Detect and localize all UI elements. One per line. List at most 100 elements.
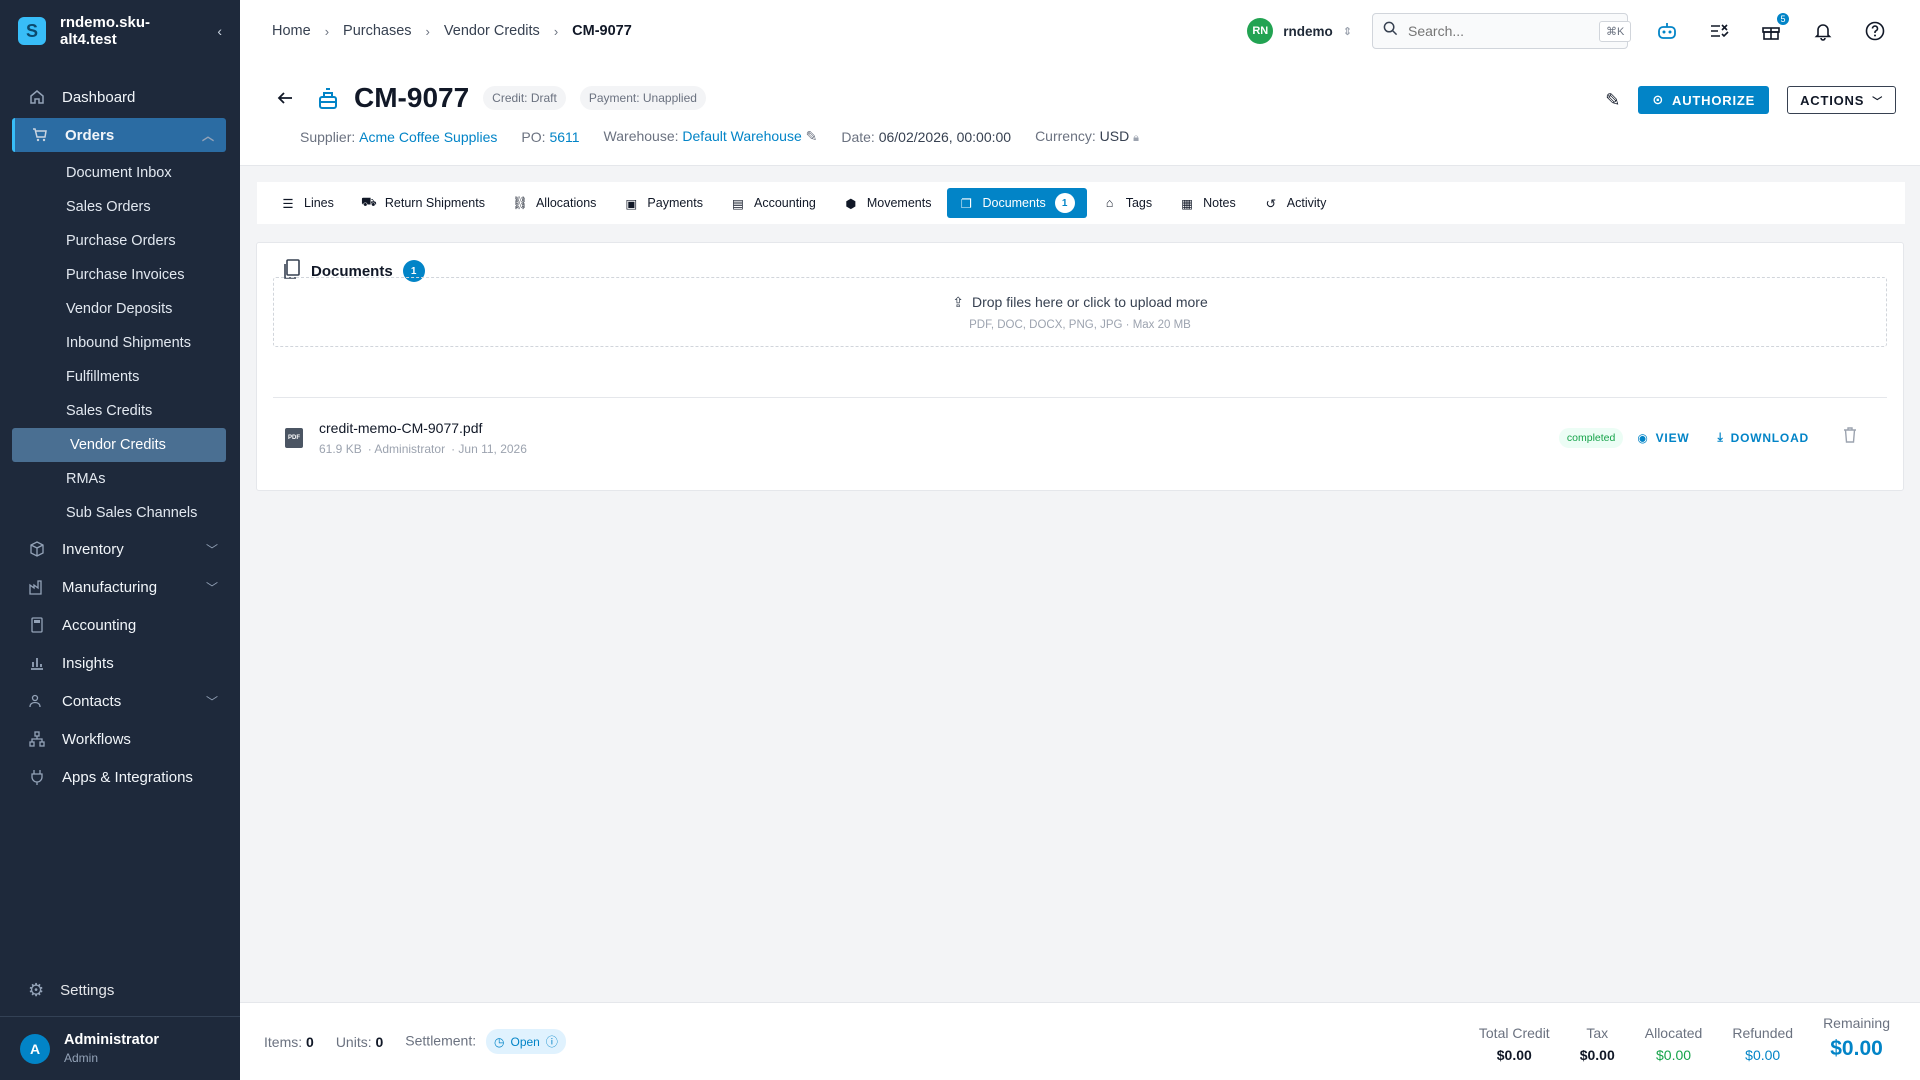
file-name[interactable]: credit-memo-CM-9077.pdf	[319, 420, 1559, 436]
gift-icon[interactable]: 5	[1758, 12, 1790, 44]
bell-icon[interactable]	[1810, 18, 1836, 44]
sidebar-subitem-sales-orders[interactable]: Sales Orders	[0, 190, 240, 224]
sidebar-item-label: Accounting	[62, 616, 137, 634]
plug-icon	[28, 768, 46, 786]
robot-icon[interactable]	[1654, 18, 1680, 44]
breadcrumb-current: CM-9077	[572, 23, 632, 39]
sidebar-item-inventory[interactable]: Inventory ﹀	[0, 530, 240, 568]
breadcrumb: Home › Purchases › Vendor Credits › CM-9…	[272, 23, 1247, 39]
chevron-down-icon: ﹀	[205, 580, 218, 595]
tax-total: Tax $0.00	[1580, 1015, 1615, 1063]
sidebar-item-manufacturing[interactable]: Manufacturing ﹀	[0, 568, 240, 606]
collapse-sidebar-icon[interactable]: ‹	[217, 23, 222, 39]
list-icon: ☰	[282, 196, 294, 211]
lock-icon: 🔒︎	[1133, 132, 1139, 144]
refunded-label: Refunded	[1732, 1025, 1794, 1041]
edit-warehouse-icon[interactable]: ✎	[806, 128, 818, 144]
sidebar-subitem-vendor-credits[interactable]: Vendor Credits	[12, 428, 226, 462]
tab-accounting[interactable]: ▤ Accounting	[719, 188, 828, 218]
app-logo-icon[interactable]: S	[18, 17, 46, 45]
sidebar-subitem-inbound-shipments[interactable]: Inbound Shipments	[0, 326, 240, 360]
sidebar-item-label: Inventory	[62, 540, 124, 558]
warehouse-link[interactable]: Default Warehouse	[682, 128, 801, 144]
tab-label: Movements	[866, 196, 932, 210]
sidebar-item-dashboard[interactable]: Dashboard	[0, 78, 240, 116]
workspace-switcher[interactable]: RN rndemo ⇕	[1247, 18, 1352, 44]
view-label: VIEW	[1655, 430, 1690, 445]
sidebar-item-contacts[interactable]: Contacts ﹀	[0, 682, 240, 720]
refunded-value: $0.00	[1745, 1047, 1781, 1063]
sidebar-item-orders[interactable]: Orders ︿	[12, 118, 226, 152]
file-date: · Jun 11, 2026	[451, 441, 527, 456]
gear-icon: ⚙	[28, 979, 45, 1000]
items-value: 0	[306, 1033, 314, 1050]
sidebar-subitem-rmas[interactable]: RMAs	[0, 462, 240, 496]
sidebar-item-workflows[interactable]: Workflows	[0, 720, 240, 758]
tab-return-shipments[interactable]: ⛟ Return Shipments	[350, 188, 497, 218]
breadcrumb-purchases[interactable]: Purchases	[343, 23, 412, 39]
help-icon[interactable]	[1862, 18, 1888, 44]
po-link[interactable]: 5611	[549, 129, 579, 145]
sidebar-subitem-sales-credits[interactable]: Sales Credits	[0, 394, 240, 428]
tab-activity[interactable]: ↺ Activity	[1252, 188, 1339, 218]
currency-value: USD	[1099, 128, 1130, 144]
search-box[interactable]: ⌘K	[1372, 13, 1632, 49]
document-row: PDF credit-memo-CM-9077.pdf 61.9 KB · Ad…	[273, 397, 1887, 477]
trash-icon[interactable]	[1843, 427, 1857, 448]
page-header: CM-9077 Credit: Draft Payment: Unapplied…	[240, 62, 1920, 166]
breadcrumb-home[interactable]: Home	[272, 23, 311, 39]
sidebar-item-accounting[interactable]: Accounting	[0, 606, 240, 644]
sidebar-item-settings[interactable]: ⚙ Settings	[0, 970, 240, 1010]
ledger-icon: ▤	[732, 196, 744, 211]
sidebar-item-label: Apps & Integrations	[62, 768, 193, 786]
breadcrumb-vendor-credits[interactable]: Vendor Credits	[444, 23, 540, 39]
cash-icon: ▣	[625, 196, 638, 211]
tab-label: Notes	[1203, 196, 1236, 210]
sidebar-subitem-vendor-deposits[interactable]: Vendor Deposits	[0, 292, 240, 326]
tab-label: Tags	[1125, 196, 1153, 210]
user-role: Admin	[64, 1051, 99, 1065]
sidebar-subitem-sub-sales-channels[interactable]: Sub Sales Channels	[0, 496, 240, 530]
download-button[interactable]: ⤓ DOWNLOAD	[1718, 430, 1810, 445]
sidebar-subitem-purchase-invoices[interactable]: Purchase Invoices	[0, 258, 240, 292]
tab-movements[interactable]: ⬢ Movements	[832, 188, 944, 218]
sidebar-item-apps-integrations[interactable]: Apps & Integrations	[0, 758, 240, 796]
tab-tags[interactable]: ⌂ Tags	[1091, 188, 1164, 218]
total-credit-value: $0.00	[1496, 1047, 1532, 1063]
tab-notes[interactable]: ▦ Notes	[1168, 188, 1248, 218]
sidebar-subitem-document-inbox[interactable]: Document Inbox	[0, 156, 240, 190]
allocated-label: Allocated	[1644, 1025, 1703, 1041]
settlement-badge[interactable]: ◷ Open ⓘ	[486, 1029, 566, 1054]
view-button[interactable]: ◉ VIEW	[1637, 431, 1689, 445]
topbar-actions: 5	[1654, 12, 1888, 44]
tab-allocations[interactable]: ⛓ Allocations	[501, 188, 608, 218]
remaining-total: Remaining $0.00	[1823, 1015, 1890, 1061]
sidebar-subitem-purchase-orders[interactable]: Purchase Orders	[0, 224, 240, 258]
actions-button[interactable]: ACTIONS ﹀	[1787, 86, 1896, 114]
allocated-total: Allocated $0.00	[1645, 1015, 1703, 1063]
link-icon: ⛓	[512, 195, 528, 210]
chevron-down-icon: ﹀	[205, 694, 218, 709]
edit-pencil-icon[interactable]: ✎	[1605, 90, 1620, 111]
tab-payments[interactable]: ▣ Payments	[612, 188, 715, 218]
remaining-label: Remaining	[1823, 1015, 1890, 1031]
chevron-down-icon: ﹀	[1872, 96, 1883, 108]
sidebar-subitem-fulfillments[interactable]: Fulfillments	[0, 360, 240, 394]
back-arrow-icon[interactable]	[272, 85, 298, 111]
tab-label: Payments	[647, 196, 703, 210]
supplier-label: Supplier:	[300, 128, 356, 145]
user-menu[interactable]: A Administrator Admin	[0, 1016, 240, 1080]
supplier-link[interactable]: Acme Coffee Supplies	[359, 129, 497, 145]
sidebar-item-insights[interactable]: Insights	[0, 644, 240, 682]
clock-icon: ◷	[494, 1034, 505, 1049]
sidebar-item-label: Dashboard	[62, 88, 136, 106]
tab-label: Allocations	[535, 196, 597, 210]
workspace-name: rndemo	[1283, 23, 1333, 39]
date-value: 06/02/2026, 00:00:00	[878, 128, 1012, 145]
authorize-button[interactable]: ⊙ AUTHORIZE	[1638, 86, 1770, 114]
tasks-icon[interactable]	[1706, 18, 1732, 44]
items-label: Items:	[264, 1033, 303, 1050]
tab-documents[interactable]: ❐ Documents 1	[947, 188, 1087, 218]
tab-lines[interactable]: ☰ Lines	[269, 188, 346, 218]
search-input[interactable]	[1408, 23, 1589, 39]
